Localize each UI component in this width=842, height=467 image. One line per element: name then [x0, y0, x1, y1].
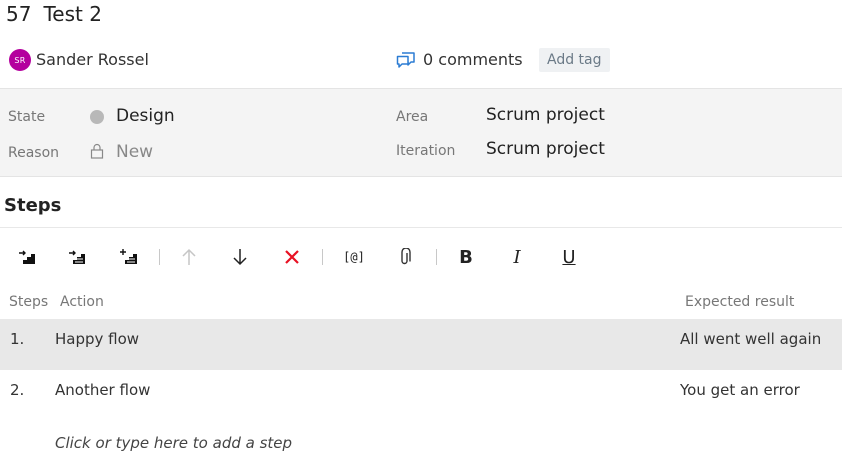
step-action[interactable]: Another flow	[55, 381, 150, 399]
avatar-initials: SR	[14, 55, 26, 65]
bold-label: B	[459, 246, 473, 268]
underline-button[interactable]: U	[556, 244, 582, 270]
assignee-name[interactable]: Sander Rossel	[36, 50, 149, 69]
fields-panel: State Design Reason New Area Scrum proje…	[0, 88, 842, 177]
add-step-placeholder[interactable]: Click or type here to add a step	[55, 434, 292, 452]
create-shared-steps-button[interactable]	[116, 244, 142, 270]
parameter-label: [@]	[343, 250, 365, 264]
step-expected-result[interactable]: You get an error	[680, 381, 800, 399]
add-tag-label: Add tag	[547, 52, 602, 68]
toolbar-separator	[159, 249, 160, 265]
column-header-expected-result: Expected result	[685, 294, 795, 310]
state-label: State	[8, 109, 46, 125]
insert-shared-steps-button[interactable]	[64, 244, 90, 270]
comments-label: 0 comments	[423, 50, 523, 69]
move-down-button[interactable]	[227, 244, 253, 270]
underline-label: U	[562, 246, 576, 268]
delete-x-icon	[285, 250, 299, 264]
toolbar-separator	[436, 249, 437, 265]
move-up-button[interactable]	[176, 244, 202, 270]
column-header-steps: Steps	[9, 294, 49, 310]
paperclip-icon	[401, 248, 411, 265]
column-header-action: Action	[60, 294, 104, 310]
area-label: Area	[396, 109, 429, 125]
step-row-1[interactable]: 1. Happy flow All went well again	[0, 319, 842, 370]
meta-row: SR Sander Rossel 0 comments Add tag	[0, 44, 842, 76]
italic-label: I	[513, 246, 521, 268]
italic-button[interactable]: I	[504, 244, 530, 270]
step-number: 1.	[10, 330, 25, 348]
step-row-2[interactable]: 2. Another flow You get an error	[0, 370, 842, 421]
avatar[interactable]: SR	[9, 49, 31, 71]
reason-label: Reason	[8, 145, 60, 161]
step-expected-result[interactable]: All went well again	[680, 330, 821, 348]
iteration-label: Iteration	[396, 143, 456, 159]
attachment-button[interactable]	[392, 244, 418, 270]
steps-toolbar: [@] B I U	[0, 240, 842, 274]
insert-parameter-button[interactable]: [@]	[338, 244, 370, 270]
comments-link[interactable]: 0 comments	[396, 50, 523, 69]
toolbar-separator	[322, 249, 323, 265]
state-indicator-dot	[90, 110, 104, 124]
add-tag-button[interactable]: Add tag	[539, 48, 610, 72]
bold-button[interactable]: B	[453, 244, 479, 270]
work-item-header: 57 Test 2	[6, 2, 102, 32]
insert-shared-steps-icon	[69, 250, 85, 264]
delete-step-button[interactable]	[279, 244, 305, 270]
insert-step-button[interactable]	[14, 244, 40, 270]
area-value[interactable]: Scrum project	[486, 105, 605, 125]
work-item-id: 57	[6, 2, 32, 26]
section-divider	[0, 227, 842, 228]
comment-icon	[396, 51, 415, 68]
create-shared-steps-icon	[120, 249, 137, 264]
work-item-title[interactable]: Test 2	[43, 2, 101, 26]
iteration-value[interactable]: Scrum project	[486, 139, 605, 159]
state-value[interactable]: Design	[116, 106, 175, 126]
step-action[interactable]: Happy flow	[55, 330, 139, 348]
lock-icon	[90, 143, 104, 163]
insert-step-icon	[19, 250, 35, 264]
reason-value: New	[116, 142, 154, 162]
arrow-down-icon	[233, 249, 247, 266]
steps-section-title: Steps	[4, 195, 62, 216]
arrow-up-icon	[182, 248, 196, 265]
step-number: 2.	[10, 381, 25, 399]
